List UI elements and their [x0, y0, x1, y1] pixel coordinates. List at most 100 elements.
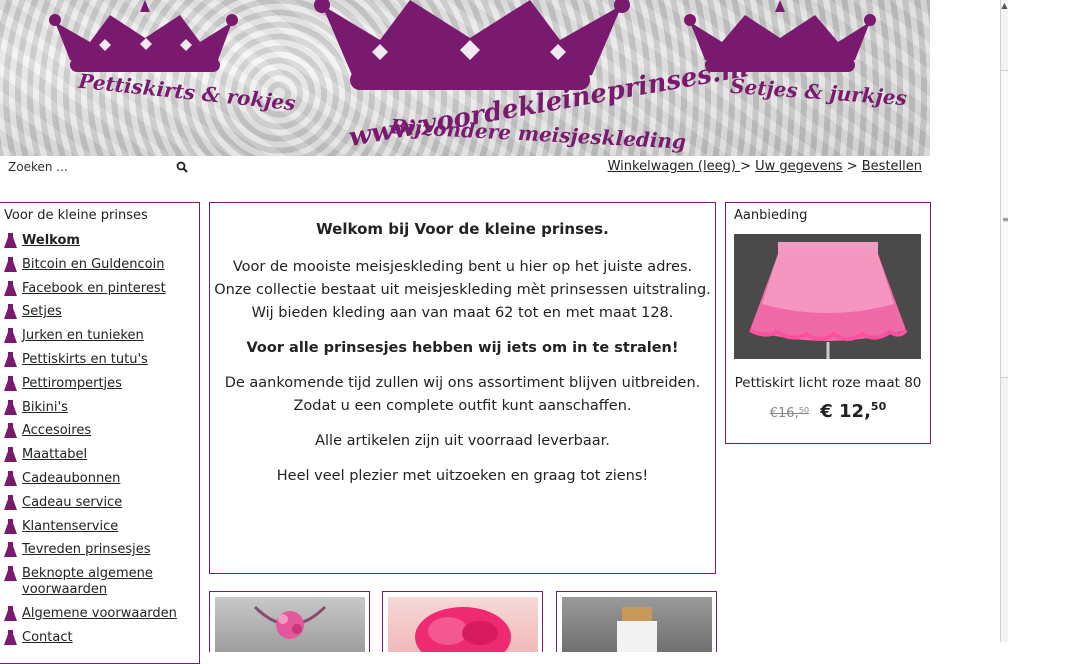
dress-icon — [4, 542, 17, 558]
sidebar-link[interactable]: Cadeaubonnen — [22, 471, 120, 486]
welcome-line-2: Onze collectie bestaat uit meisjeskledin… — [214, 282, 711, 298]
vertical-scrollbar[interactable]: ▲ ≡ — [1000, 0, 1009, 642]
product-image[interactable] — [215, 597, 365, 652]
welcome-line-3: Wij bieden kleding aan van maat 62 tot e… — [251, 305, 674, 321]
new-price-main: € 12, — [820, 401, 871, 422]
sidebar-item[interactable]: Maattabel — [0, 447, 199, 463]
sidebar-link[interactable]: Bikini's — [22, 400, 68, 415]
sidebar-link[interactable]: Setjes — [22, 304, 62, 319]
sidebar-item[interactable]: Accesoires — [0, 423, 199, 439]
welcome-panel: Welkom bij Voor de kleine prinses. Voor … — [209, 202, 716, 574]
welcome-line-8: Heel veel plezier met uitzoeken en graag… — [276, 468, 649, 484]
sidebar-item[interactable]: Tevreden prinsesjes — [0, 542, 199, 558]
sidebar-item[interactable]: Cadeau service — [0, 494, 199, 511]
details-link[interactable]: Uw gegevens — [755, 159, 842, 174]
sidebar-item[interactable]: Contact — [0, 629, 199, 646]
scroll-up-icon[interactable]: ▲ — [1001, 0, 1008, 12]
sidebar-link[interactable]: Jurken en tunieken — [22, 328, 144, 343]
sidebar-link[interactable]: Algemene voorwaarden — [22, 606, 177, 621]
welcome-text-2: De aankomende tijd zullen wij ons assort… — [210, 372, 715, 418]
dress-icon — [4, 605, 17, 621]
sidebar-link[interactable]: Tevreden prinsesjes — [22, 542, 150, 557]
product-card[interactable] — [556, 591, 717, 652]
welcome-line-5: De aankomende tijd zullen wij ons assort… — [224, 375, 701, 391]
offer-title: Aanbieding — [734, 208, 808, 223]
offer-product-name[interactable]: Pettiskirt licht roze maat 80 — [726, 375, 930, 391]
search-icon[interactable] — [176, 161, 188, 173]
order-link[interactable]: Bestellen — [862, 159, 922, 174]
sidebar-link[interactable]: Accesoires — [22, 423, 91, 438]
sidebar-link[interactable]: Beknopte algemene voorwaarden — [22, 566, 153, 597]
sidebar-item[interactable]: Jurken en tunieken — [0, 328, 199, 344]
sidebar-item[interactable]: Welkom — [0, 233, 199, 249]
welcome-highlight: Voor alle prinsesjes hebben wij iets om … — [246, 340, 679, 356]
sidebar-link[interactable]: Pettirompertjes — [22, 376, 122, 391]
dress-icon — [4, 304, 17, 320]
old-price: €16,⁵⁰ — [769, 406, 810, 421]
sidebar-link[interactable]: Contact — [22, 630, 73, 645]
bottle-image — [617, 607, 657, 652]
dress-icon — [4, 280, 17, 296]
sidebar-link[interactable]: Cadeau service — [22, 495, 122, 510]
welcome-text: Voor de mooiste meisjeskleding bent u hi… — [210, 256, 715, 325]
breadcrumb-separator: > — [842, 159, 862, 174]
sidebar-item[interactable]: Setjes — [0, 304, 199, 320]
dress-icon — [4, 233, 17, 248]
product-card[interactable] — [382, 591, 543, 652]
sidebar-link[interactable]: Maattabel — [22, 447, 87, 462]
sidebar-item[interactable]: Klantenservice — [0, 518, 199, 535]
sidebar-item[interactable]: Bitcoin en Guldencoin — [0, 256, 199, 273]
sidebar-link[interactable]: Bitcoin en Guldencoin — [22, 257, 164, 272]
sidebar-item[interactable]: Beknopte algemene voorwaarden — [0, 566, 199, 598]
sidebar-item[interactable]: Bikini's — [0, 399, 199, 416]
offer-prices: €16,⁵⁰ € 12,50 — [726, 400, 930, 422]
dress-icon — [4, 470, 17, 486]
dress-icon — [4, 447, 17, 463]
new-price-cents: 50 — [870, 400, 887, 413]
search-bar — [0, 157, 190, 179]
dress-icon — [4, 518, 17, 534]
flower-image — [415, 607, 511, 652]
offer-product-image[interactable] — [734, 234, 921, 359]
dress-icon — [4, 566, 17, 582]
welcome-title: Welkom bij Voor de kleine prinses. — [316, 220, 609, 238]
header-banner[interactable]: Pettiskirts & rokjes Setjes & jurkjes ww… — [0, 0, 930, 156]
cart-link[interactable]: Winkelwagen (leeg) — [608, 159, 740, 174]
dress-icon — [4, 328, 17, 344]
new-price: € 12,50 — [820, 400, 887, 422]
sidebar-item[interactable]: Cadeaubonnen — [0, 470, 199, 487]
dress-icon — [4, 351, 17, 367]
welcome-line-7: Alle artikelen zijn uit voorraad leverba… — [315, 433, 610, 449]
offer-panel: Aanbieding Pettiskirt licht roze maat 80… — [725, 202, 931, 444]
sidebar-item[interactable]: Facebook en pinterest — [0, 280, 199, 297]
sidebar-link[interactable]: Pettiskirts en tutu's — [22, 352, 148, 367]
sidebar-item[interactable]: Pettiskirts en tutu's — [0, 351, 199, 368]
product-image[interactable] — [388, 597, 538, 652]
dress-icon — [4, 256, 17, 272]
sidebar-item[interactable]: Algemene voorwaarden — [0, 605, 199, 622]
breadcrumb-separator: > — [740, 159, 756, 174]
scroll-grip-icon: ≡ — [1002, 215, 1009, 224]
welcome-line-6: Zodat u een complete outfit kunt aanscha… — [293, 398, 632, 414]
sidebar-menu: Welkom Bitcoin en Guldencoin Facebook en p… — [0, 233, 199, 646]
necklace-image — [253, 605, 327, 639]
welcome-line-1: Voor de mooiste meisjeskleding bent u hi… — [232, 259, 693, 275]
dress-icon — [4, 399, 17, 415]
sidebar-link[interactable]: Klantenservice — [22, 519, 118, 534]
left-crown-icon — [49, 0, 238, 72]
product-image[interactable] — [562, 597, 712, 652]
pettiskirt-image — [734, 234, 921, 359]
dress-icon — [4, 494, 17, 510]
checkout-breadcrumb: Winkelwagen (leeg) > Uw gegevens > Beste… — [608, 159, 922, 174]
product-card[interactable] — [209, 591, 370, 652]
scroll-thumb[interactable] — [1001, 70, 1008, 378]
sidebar-title: Voor de kleine prinses — [4, 208, 148, 223]
dress-icon — [4, 423, 17, 439]
search-input[interactable] — [0, 157, 178, 177]
dress-icon — [4, 375, 17, 391]
sidebar-link[interactable]: Facebook en pinterest — [22, 281, 166, 296]
sidebar-item[interactable]: Pettirompertjes — [0, 375, 199, 392]
sidebar-link[interactable]: Welkom — [22, 233, 80, 248]
dress-icon — [4, 629, 17, 645]
category-sidebar: Voor de kleine prinses Welkom Bitcoin en … — [0, 202, 200, 664]
